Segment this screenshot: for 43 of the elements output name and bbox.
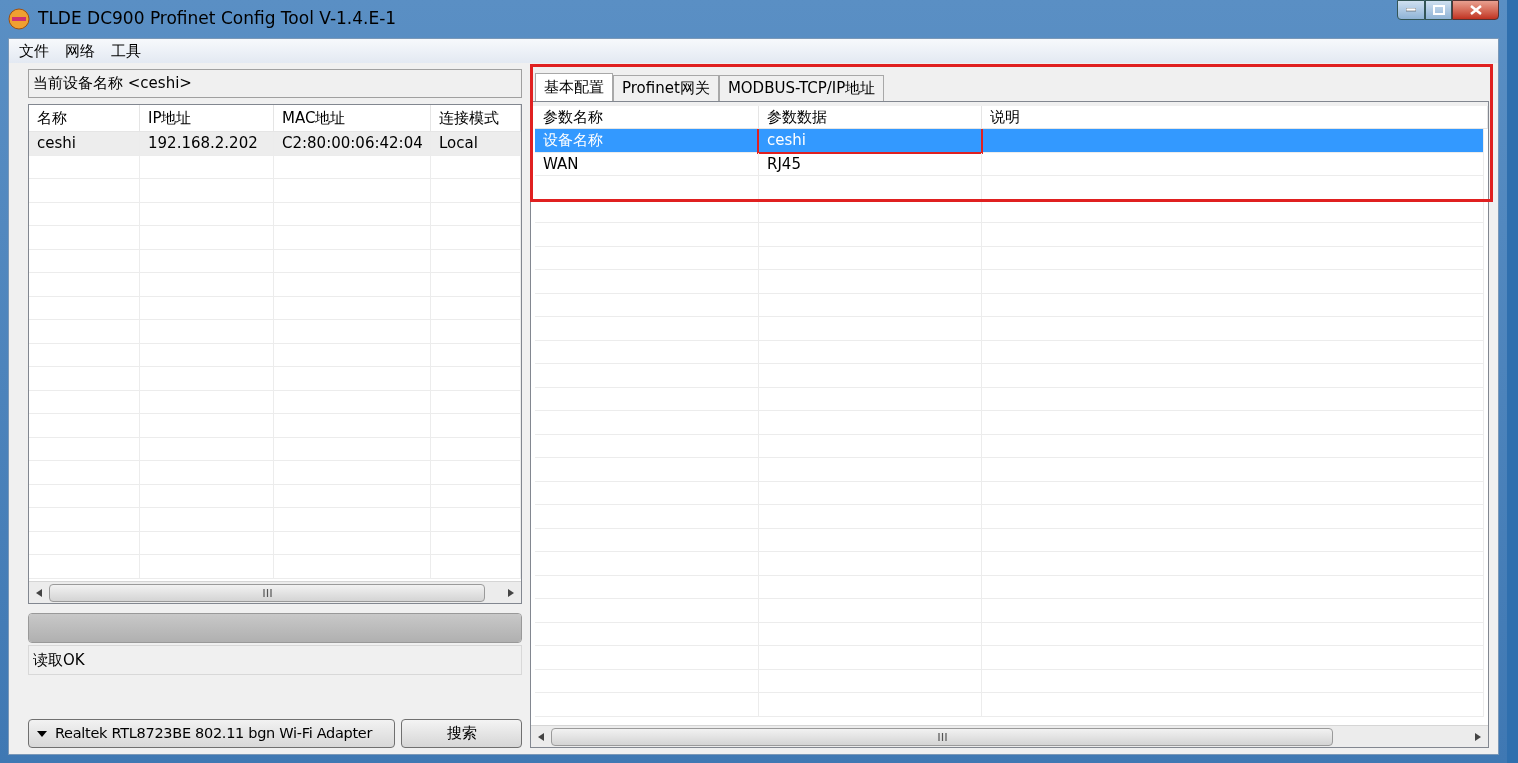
- table-cell-text: 设备名称: [543, 130, 603, 151]
- table-row[interactable]: ceshi 192.168.2.202 C2:80:00:06:42:04 Local: [29, 132, 521, 156]
- current-device-label: 当前设备名称 <ceshi>: [28, 69, 522, 98]
- close-button[interactable]: [1452, 0, 1499, 20]
- column-header[interactable]: MAC地址: [274, 105, 431, 131]
- table-cell-text: RJ45: [767, 153, 801, 175]
- tab[interactable]: 基本配置: [535, 73, 613, 101]
- horizontal-scrollbar[interactable]: [29, 581, 521, 603]
- table-cell-text: ceshi: [767, 130, 806, 151]
- adapter-value: Realtek RTL8723BE 802.11 bgn Wi-Fi Adapter: [55, 723, 373, 743]
- menu-item[interactable]: 工具: [111, 39, 141, 63]
- horizontal-scrollbar[interactable]: [531, 725, 1488, 747]
- grip-icon: [262, 588, 272, 597]
- column-header[interactable]: 说明: [982, 106, 1488, 128]
- grip-icon: [937, 732, 947, 741]
- tab[interactable]: MODBUS-TCP/IP地址: [718, 75, 885, 101]
- table-row[interactable]: WAN RJ45: [535, 152, 1484, 176]
- adapter-dropdown[interactable]: Realtek RTL8723BE 802.11 bgn Wi-Fi Adapter: [28, 719, 395, 748]
- column-header[interactable]: IP地址: [140, 105, 274, 131]
- minimize-button[interactable]: [1397, 0, 1425, 20]
- search-button[interactable]: 搜索: [401, 719, 522, 748]
- minimize-icon: [1406, 8, 1416, 12]
- column-header[interactable]: 名称: [29, 105, 140, 131]
- table-cell-text: ceshi: [37, 133, 76, 154]
- table-cell-text: 192.168.2.202: [148, 133, 258, 154]
- table-cell-text: Local: [439, 133, 478, 154]
- close-icon: [1469, 5, 1482, 15]
- window-title: TLDE DC900 Profinet Config Tool V-1.4.E-1: [38, 7, 397, 31]
- maximize-icon: [1432, 5, 1445, 15]
- tab[interactable]: Profinet网关: [613, 75, 719, 101]
- column-header[interactable]: 连接模式: [431, 105, 521, 131]
- status-message: 读取OK: [28, 645, 522, 675]
- table-cell-text: WAN: [543, 153, 579, 175]
- scroll-thumb[interactable]: [49, 583, 485, 602]
- menu-item[interactable]: 文件: [19, 39, 49, 63]
- column-header[interactable]: 参数名称: [535, 106, 759, 128]
- maximize-button[interactable]: [1425, 0, 1452, 20]
- menu-item[interactable]: 网络: [65, 39, 95, 63]
- table-cell-text: C2:80:00:06:42:04: [282, 133, 423, 154]
- dropdown-caret-icon: [37, 730, 47, 737]
- app-logo-icon: [8, 8, 30, 30]
- scroll-thumb[interactable]: [551, 727, 1333, 746]
- column-header[interactable]: 参数数据: [759, 106, 982, 128]
